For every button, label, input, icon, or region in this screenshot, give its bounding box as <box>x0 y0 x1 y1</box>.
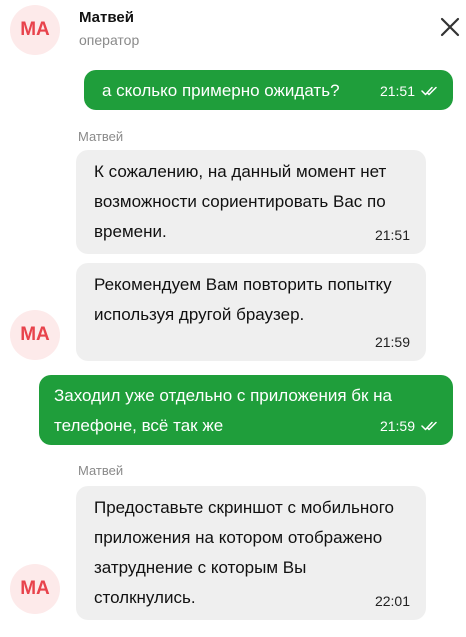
chat-header: МА Матвей оператор <box>0 0 466 77</box>
double-check-icon <box>421 421 437 431</box>
sender-name: Матвей <box>78 463 124 478</box>
sender-name: Матвей <box>78 129 124 144</box>
message-incoming: Рекомендуем Вам повторить попытку исполь… <box>76 263 426 361</box>
message-time: 21:59 <box>374 334 410 350</box>
message-text: К сожалению, на данный момент нет возмож… <box>94 162 387 241</box>
message-meta: 21:59 <box>380 418 439 434</box>
double-check-icon <box>421 86 437 96</box>
message-time: 22:01 <box>374 593 410 609</box>
message-text: Предоставьте скриншот с мобильного прило… <box>94 498 395 607</box>
message-text: а сколько примерно ожидать? <box>102 81 340 100</box>
message-list: а сколько примерно ожидать? 21:51 Матвей… <box>0 70 466 637</box>
close-button[interactable] <box>436 13 464 41</box>
message-time: 21:51 <box>374 227 410 243</box>
close-icon <box>440 17 460 37</box>
message-time: 21:51 <box>379 83 415 99</box>
operator-avatar: МА <box>10 5 60 55</box>
message-time: 21:59 <box>379 418 415 434</box>
message-outgoing: а сколько примерно ожидать? 21:51 <box>84 70 453 110</box>
message-text: Заходил уже отдельно с приложения бк на … <box>54 386 392 435</box>
message-incoming: Предоставьте скриншот с мобильного прило… <box>76 486 426 620</box>
message-outgoing: Заходил уже отдельно с приложения бк на … <box>39 375 453 445</box>
message-incoming: К сожалению, на данный момент нет возмож… <box>76 150 426 254</box>
operator-role: оператор <box>79 32 140 48</box>
message-meta: 21:51 <box>380 83 439 99</box>
operator-avatar: МА <box>10 310 60 360</box>
message-text: Рекомендуем Вам повторить попытку исполь… <box>94 275 392 324</box>
operator-avatar: МА <box>10 564 60 614</box>
operator-name: Матвей <box>79 9 134 26</box>
